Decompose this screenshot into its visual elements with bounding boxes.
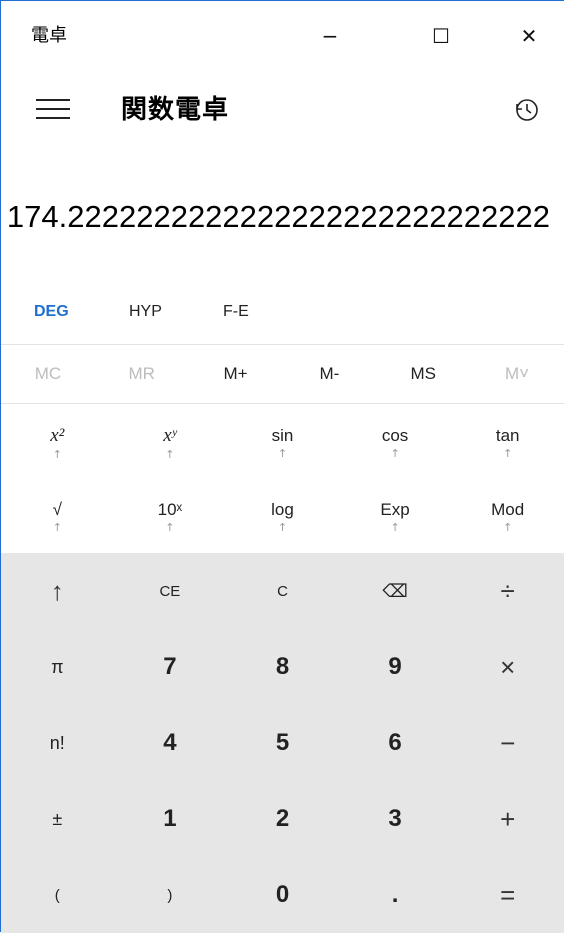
app-title: 電卓 xyxy=(31,25,67,46)
mode-title: 関数電卓 xyxy=(121,95,230,125)
mr-button[interactable]: MR xyxy=(95,345,189,403)
square-root-label: √ xyxy=(52,499,62,519)
shift-indicator-icon: ↑ xyxy=(390,446,400,460)
decimal-button[interactable]: . xyxy=(339,857,452,933)
equals-button[interactable]: = xyxy=(451,857,564,933)
maximize-button[interactable]: ☐ xyxy=(406,1,476,71)
title-bar: 電卓 − ☐ ✕ xyxy=(1,1,564,71)
sci-row-2: √ ↑ 10ˣ ↑ log ↑ Exp ↑ Mod ↑ xyxy=(1,479,564,553)
divide-button[interactable]: ÷ xyxy=(451,553,564,629)
keypad: ↑ CE C ⌫ ÷ π 7 8 9 × n! 4 5 6 − ± 1 2 3 … xyxy=(1,553,564,933)
shift-indicator-icon: ↑ xyxy=(277,520,288,534)
display-value: 174.2222222222222222222222222222 xyxy=(6,199,550,234)
digit-0-button[interactable]: 0 xyxy=(226,857,339,933)
digit-4-button[interactable]: 4 xyxy=(114,705,227,781)
shift-indicator-icon: ↑ xyxy=(503,446,513,460)
tan-button[interactable]: tan ↑ xyxy=(451,405,564,479)
memory-row: MC MR M+ M- MS M˅ xyxy=(1,344,564,404)
sin-button[interactable]: sin ↑ xyxy=(226,405,339,479)
ten-power-label: 10ˣ xyxy=(157,499,183,519)
negate-button[interactable]: ± xyxy=(1,781,114,857)
backspace-button[interactable]: ⌫ xyxy=(339,553,452,629)
square-root-button[interactable]: √ ↑ xyxy=(1,479,114,553)
m-minus-button[interactable]: M- xyxy=(282,345,376,403)
shift-button[interactable]: ↑ xyxy=(1,553,114,629)
digit-7-button[interactable]: 7 xyxy=(114,629,227,705)
digit-6-button[interactable]: 6 xyxy=(339,705,452,781)
hamburger-menu-icon[interactable] xyxy=(36,99,70,119)
calculator-window: 電卓 − ☐ ✕ 関数電卓 174.2222222222222222222222… xyxy=(0,0,564,933)
tan-label: tan xyxy=(495,425,520,445)
factorial-button[interactable]: n! xyxy=(1,705,114,781)
shift-indicator-icon: ↑ xyxy=(52,520,62,534)
history-icon[interactable] xyxy=(511,95,541,125)
shift-indicator-icon: ↑ xyxy=(503,520,513,534)
shift-indicator-icon: ↑ xyxy=(165,447,175,461)
exp-label: Exp xyxy=(380,499,410,519)
log-label: log xyxy=(271,499,294,519)
header: 関数電卓 xyxy=(1,71,564,131)
square-button[interactable]: x² ↑ xyxy=(1,405,114,479)
digit-5-button[interactable]: 5 xyxy=(226,705,339,781)
digit-9-button[interactable]: 9 xyxy=(339,629,452,705)
pi-button[interactable]: π xyxy=(1,629,114,705)
m-plus-button[interactable]: M+ xyxy=(189,345,283,403)
deg-button[interactable]: DEG xyxy=(34,303,69,321)
mod-button[interactable]: Mod ↑ xyxy=(451,479,564,553)
minimize-button[interactable]: − xyxy=(295,1,365,71)
exp-button[interactable]: Exp ↑ xyxy=(339,479,452,553)
right-paren-button[interactable]: ) xyxy=(114,857,227,933)
subtract-button[interactable]: − xyxy=(451,705,564,781)
fe-button[interactable]: F-E xyxy=(223,303,249,321)
log-button[interactable]: log ↑ xyxy=(226,479,339,553)
close-button[interactable]: ✕ xyxy=(494,1,564,71)
sci-row-1: x² ↑ xʸ ↑ sin ↑ cos ↑ tan ↑ xyxy=(1,405,564,479)
multiply-button[interactable]: × xyxy=(451,629,564,705)
ms-button[interactable]: MS xyxy=(376,345,470,403)
clear-entry-button[interactable]: CE xyxy=(114,553,227,629)
add-button[interactable]: + xyxy=(451,781,564,857)
power-button[interactable]: xʸ ↑ xyxy=(114,405,227,479)
angle-mode-row: DEG HYP F-E xyxy=(1,293,564,333)
mc-button[interactable]: MC xyxy=(1,345,95,403)
shift-indicator-icon: ↑ xyxy=(277,446,288,460)
digit-3-button[interactable]: 3 xyxy=(339,781,452,857)
power-label: xʸ xyxy=(163,424,177,446)
result-display: 174.2222222222222222222222222222 xyxy=(1,191,564,251)
memory-list-button[interactable]: M˅ xyxy=(470,345,564,403)
digit-2-button[interactable]: 2 xyxy=(226,781,339,857)
left-paren-button[interactable]: ( xyxy=(1,857,114,933)
hyp-button[interactable]: HYP xyxy=(129,303,162,321)
digit-8-button[interactable]: 8 xyxy=(226,629,339,705)
sin-label: sin xyxy=(271,425,294,445)
cos-label: cos xyxy=(381,425,409,445)
mod-label: Mod xyxy=(491,499,525,519)
clear-button[interactable]: C xyxy=(226,553,339,629)
ten-power-button[interactable]: 10ˣ ↑ xyxy=(114,479,227,553)
digit-1-button[interactable]: 1 xyxy=(114,781,227,857)
cos-button[interactable]: cos ↑ xyxy=(339,405,452,479)
shift-indicator-icon: ↑ xyxy=(52,447,62,461)
shift-indicator-icon: ↑ xyxy=(165,520,175,534)
scientific-functions: x² ↑ xʸ ↑ sin ↑ cos ↑ tan ↑ √ ↑ 10ˣ ↑ lo… xyxy=(1,405,564,553)
shift-indicator-icon: ↑ xyxy=(390,520,400,534)
square-label: x² xyxy=(50,424,65,446)
